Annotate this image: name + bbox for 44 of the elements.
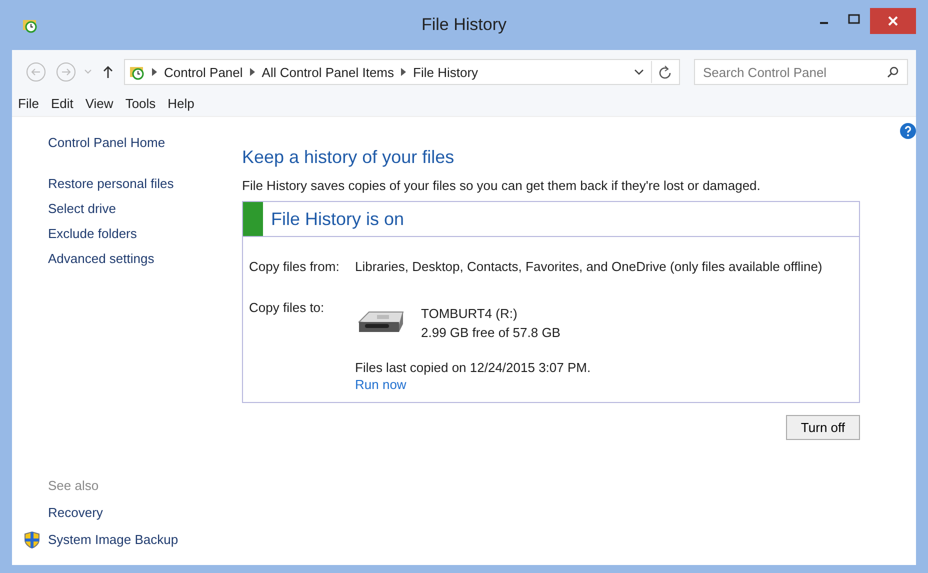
- sidebar-link[interactable]: Select drive: [48, 201, 242, 216]
- sidebar-link[interactable]: Exclude folders: [48, 226, 242, 241]
- folder-clock-icon: [129, 64, 145, 80]
- search-icon[interactable]: [887, 66, 899, 78]
- page-heading: Keep a history of your files: [242, 147, 456, 168]
- menu-item[interactable]: Help: [168, 96, 194, 110]
- breadcrumb[interactable]: All Control Panel Items: [262, 64, 394, 80]
- run-now-link[interactable]: Run now: [355, 377, 406, 392]
- chevron-right-icon[interactable]: [152, 68, 157, 76]
- drive-name: TOMBURT4 (R:): [421, 306, 518, 321]
- breadcrumb[interactable]: File History: [413, 64, 478, 80]
- dropdown-caret-icon[interactable]: [634, 68, 644, 76]
- folder-clock-icon: [22, 17, 38, 33]
- search-field[interactable]: Search Control Panel: [694, 59, 908, 85]
- status-title: File History is on: [271, 208, 404, 230]
- chevron-right-icon[interactable]: [401, 68, 406, 76]
- see-also-heading: See also: [48, 478, 100, 493]
- menu-item[interactable]: View: [85, 96, 114, 110]
- menu-item[interactable]: File: [18, 96, 39, 110]
- window-title: File History: [421, 15, 506, 35]
- turn-off-button[interactable]: Turn off: [786, 415, 860, 440]
- menu-item[interactable]: Tools: [125, 96, 156, 110]
- sidebar-link[interactable]: Control Panel Home: [48, 135, 242, 150]
- sidebar-link[interactable]: Advanced settings: [48, 251, 242, 266]
- menu-item[interactable]: Edit: [50, 96, 74, 110]
- refresh-icon[interactable]: [659, 65, 671, 79]
- field-value: Libraries, Desktop, Contacts, Favorites, and OneDrive (only files available offline): [355, 259, 822, 274]
- close-button[interactable]: [870, 8, 916, 34]
- sidebar-link[interactable]: Restore personal files: [48, 176, 242, 191]
- help-icon[interactable]: [900, 123, 916, 139]
- up-arrow-icon[interactable]: [102, 65, 114, 79]
- sidebar-link[interactable]: System Image Backup: [48, 532, 178, 547]
- sidebar-link[interactable]: Recovery: [48, 505, 103, 520]
- description: File History saves copies of your files so you can get them back if they're lost or damaged.: [242, 178, 762, 193]
- chevron-right-icon[interactable]: [250, 68, 255, 76]
- close-icon: [888, 16, 898, 26]
- field-label: Copy files from:: [249, 259, 340, 274]
- address-bar[interactable]: Control Panel All Control Panel Items File History: [124, 59, 680, 85]
- last-copied-text: Files last copied on 12/24/2015 3:07 PM.: [355, 360, 591, 375]
- drive-space: 2.99 GB free of 57.8 GB: [421, 325, 560, 340]
- minimize-icon: [820, 22, 828, 24]
- field-label: Copy files to:: [249, 300, 326, 317]
- maximize-icon: [848, 14, 860, 24]
- breadcrumb[interactable]: Control Panel: [164, 64, 243, 80]
